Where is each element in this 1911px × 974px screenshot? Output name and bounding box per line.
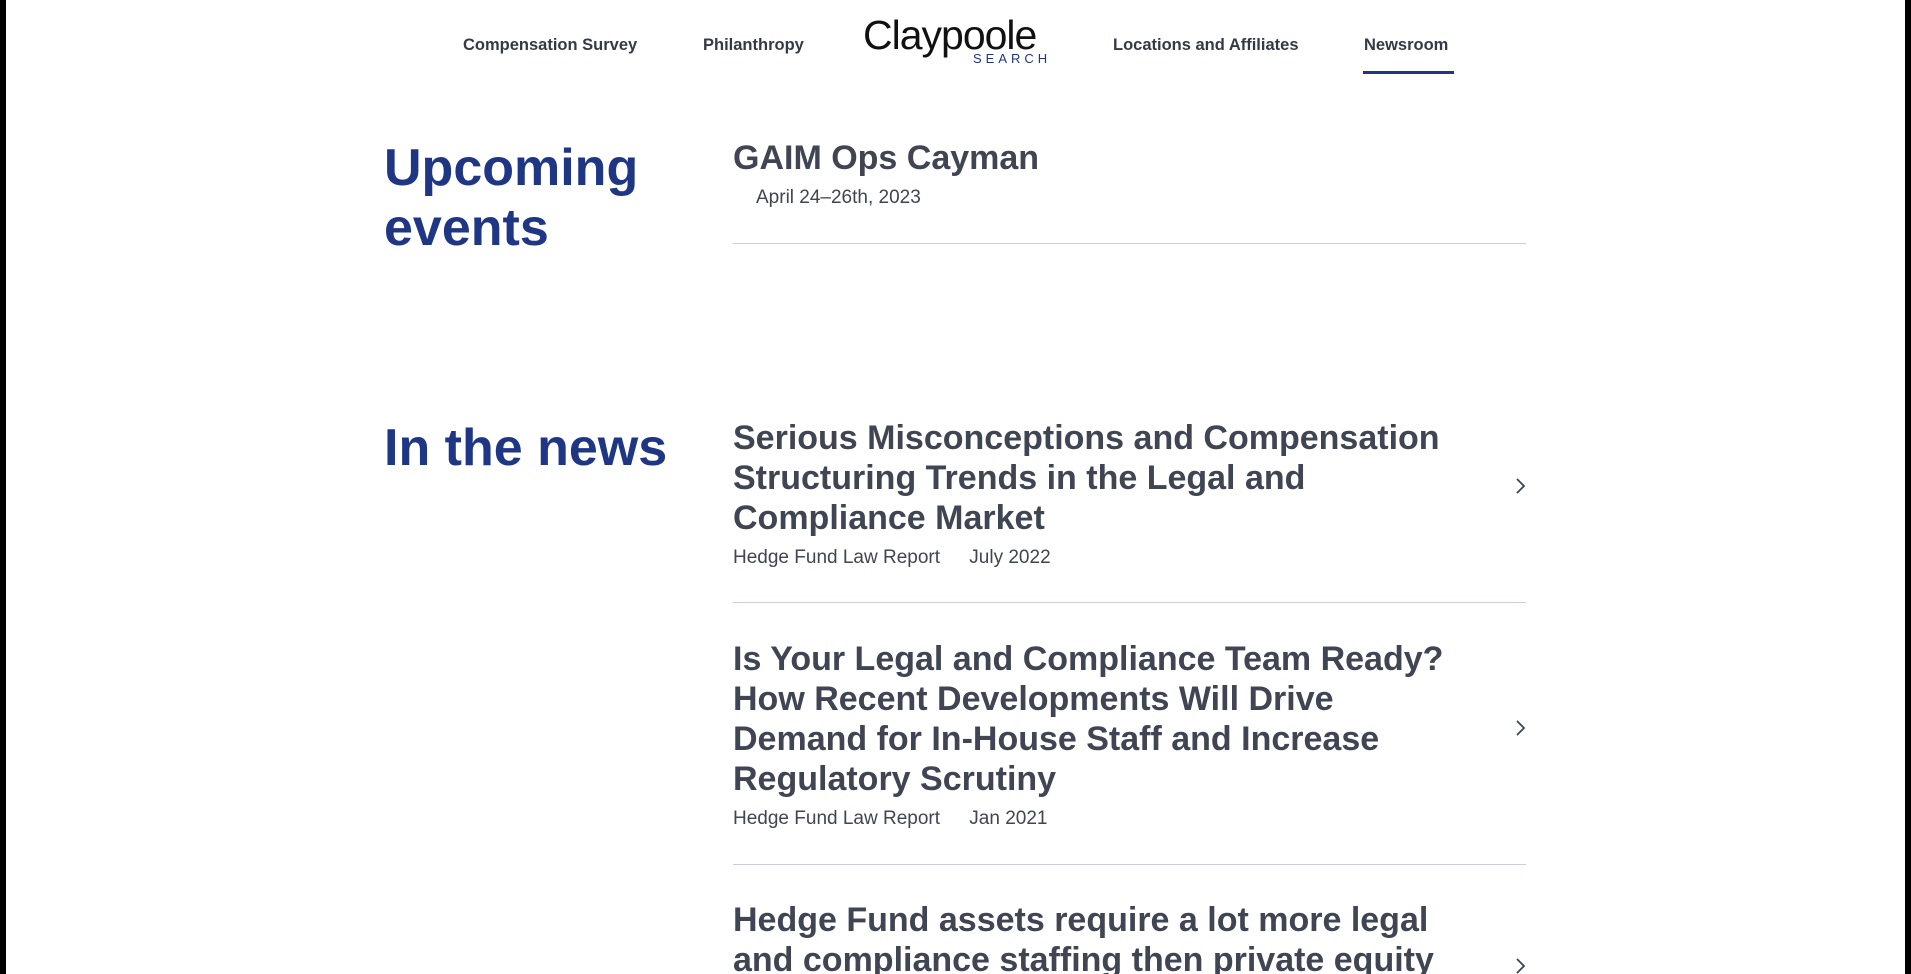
event-item[interactable]: GAIM Ops Cayman April 24–26th, 2023 [733,136,1526,244]
window-edge-right [1905,0,1911,974]
nav-link-locations-and-affiliates[interactable]: Locations and Affiliates [1113,36,1299,55]
news-source: Hedge Fund Law Report [733,808,941,829]
news-source: Hedge Fund Law Report [733,547,941,568]
chevron-right-icon[interactable] [1512,476,1528,496]
window-edge-left [0,0,6,974]
upcoming-events-heading: Upcoming events [384,139,639,257]
news-title: Serious Misconceptions and Compensation … [733,419,1440,537]
news-date: Jan 2021 [969,808,1048,829]
event-date: April 24–26th, 2023 [756,187,921,208]
logo-subtitle: SEARCH [973,51,1052,66]
news-meta: Hedge Fund Law Report Jan 2021 [733,807,1047,831]
news-meta: Hedge Fund Law Report July 2022 [733,546,1051,570]
news-title: Hedge Fund assets require a lot more leg… [733,901,1434,974]
claypoole-logo[interactable]: Claypoole SEARCH [863,12,1053,68]
chevron-right-icon[interactable] [1512,956,1526,974]
chevron-right-icon[interactable] [1512,718,1528,738]
news-date: July 2022 [969,547,1051,568]
news-item[interactable]: Hedge Fund assets require a lot more leg… [733,900,1526,974]
nav-link-newsroom[interactable]: Newsroom [1362,36,1455,74]
news-item[interactable]: Serious Misconceptions and Compensation … [733,418,1526,603]
nav-link-philanthropy[interactable]: Philanthropy [703,36,804,55]
event-title: GAIM Ops Cayman [733,139,1040,177]
news-title: Is Your Legal and Compliance Team Ready?… [733,640,1444,798]
in-the-news-heading: In the news [384,419,668,477]
news-item[interactable]: Is Your Legal and Compliance Team Ready?… [733,639,1526,865]
site-header: Compensation Survey Philanthropy Claypoo… [0,0,1911,80]
nav-link-compensation-survey[interactable]: Compensation Survey [463,36,637,55]
